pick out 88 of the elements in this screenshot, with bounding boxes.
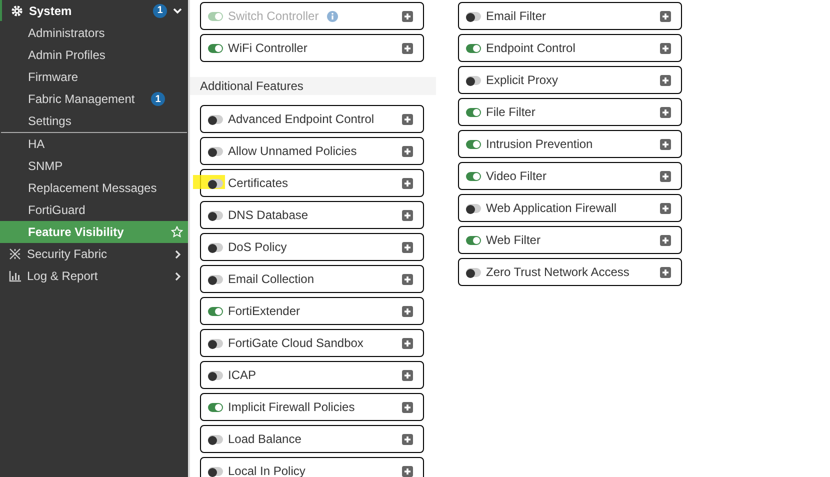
toggle-switch[interactable]: [466, 204, 481, 212]
plus-icon[interactable]: [402, 338, 413, 348]
settings-icon: [11, 4, 23, 16]
star-icon[interactable]: [171, 226, 183, 238]
feature-label: Web Application Firewall: [486, 200, 617, 217]
feature-label: Email Filter: [486, 8, 546, 25]
toggle-switch[interactable]: [208, 114, 223, 124]
plus-icon[interactable]: [660, 170, 671, 182]
feature-label: FortiExtender: [228, 303, 300, 320]
plus-icon[interactable]: [402, 42, 413, 54]
toggle-switch[interactable]: [466, 44, 481, 52]
nav-item[interactable]: Replacement Messages: [0, 177, 188, 199]
plus-icon[interactable]: [402, 10, 413, 22]
feature-label: Web Filter: [486, 232, 540, 249]
feature-label: Endpoint Control: [486, 40, 576, 57]
feature-label: Implicit Firewall Policies: [228, 399, 355, 416]
plus-icon[interactable]: [402, 306, 413, 316]
feature-label: Zero Trust Network Access: [486, 264, 630, 281]
toggle-switch[interactable]: [466, 268, 481, 276]
nav-item[interactable]: SNMP: [0, 155, 188, 177]
feature-label: Advanced Endpoint Control: [228, 111, 374, 128]
feature-label: DNS Database: [228, 207, 308, 224]
toggle-switch[interactable]: [208, 338, 223, 348]
nav-item[interactable]: Firmware: [0, 66, 188, 88]
plus-icon[interactable]: [660, 234, 671, 246]
toggle-switch[interactable]: [466, 108, 481, 116]
toggle-switch[interactable]: [466, 76, 481, 84]
plus-icon[interactable]: [660, 42, 671, 54]
feature-label: Load Balance: [228, 431, 302, 448]
toggle-switch[interactable]: [208, 434, 223, 444]
nav-section[interactable]: Log & Report: [0, 265, 188, 287]
toggle-switch[interactable]: [208, 274, 223, 284]
toggle-switch[interactable]: [208, 44, 223, 52]
plus-icon[interactable]: [660, 10, 671, 22]
plus-icon[interactable]: [402, 242, 413, 252]
feature-label: Explicit Proxy: [486, 72, 558, 89]
bar-chart-icon: [9, 270, 21, 282]
nav-section[interactable]: Security Fabric: [0, 243, 188, 265]
toggle-switch[interactable]: [466, 236, 481, 244]
plus-icon[interactable]: [402, 274, 413, 284]
nav-item[interactable]: Settings: [0, 110, 188, 132]
toggle-switch[interactable]: [466, 12, 481, 20]
count-badge: 1: [153, 4, 167, 18]
plus-icon[interactable]: [660, 202, 671, 214]
crossed-lines-icon: [9, 248, 21, 260]
section-header: Additional Features: [190, 77, 436, 95]
nav-item[interactable]: Administrators: [0, 22, 188, 44]
feature-label: DoS Policy: [228, 239, 287, 256]
feature-label: Allow Unnamed Policies: [228, 143, 357, 160]
plus-icon[interactable]: [402, 370, 413, 380]
toggle-switch[interactable]: [208, 146, 223, 156]
plus-icon[interactable]: [660, 74, 671, 86]
chevron-right-icon[interactable]: [174, 250, 182, 258]
feature-label: Certificates: [228, 175, 288, 192]
feature-label: Video Filter: [486, 168, 546, 185]
chevron-down-icon[interactable]: [173, 6, 182, 15]
toggle-switch[interactable]: [208, 402, 223, 412]
toggle-switch[interactable]: [208, 242, 223, 252]
toggle-switch[interactable]: [208, 370, 223, 380]
chevron-right-icon[interactable]: [174, 272, 182, 280]
feature-label: ICAP: [228, 367, 256, 384]
nav-item[interactable]: Fabric Management 1: [0, 88, 188, 110]
plus-icon[interactable]: [402, 178, 413, 188]
plus-icon[interactable]: [402, 114, 413, 124]
nav-item[interactable]: HA: [0, 133, 188, 155]
plus-icon[interactable]: [660, 106, 671, 118]
feature-label: FortiGate Cloud Sandbox: [228, 335, 364, 352]
toggle-switch[interactable]: [208, 466, 223, 476]
toggle-switch[interactable]: [466, 140, 481, 148]
plus-icon[interactable]: [660, 266, 671, 278]
count-badge: 1: [151, 92, 165, 106]
nav-section-label: System: [29, 2, 72, 20]
plus-icon[interactable]: [402, 210, 413, 220]
feature-label: Email Collection: [228, 271, 314, 288]
toggle-switch[interactable]: [208, 210, 223, 220]
plus-icon[interactable]: [660, 138, 671, 150]
plus-icon[interactable]: [402, 146, 413, 156]
feature-label: Switch Controller: [228, 8, 319, 25]
plus-icon[interactable]: [402, 402, 413, 412]
plus-icon[interactable]: [402, 434, 413, 444]
nav-item[interactable]: Admin Profiles: [0, 44, 188, 66]
toggle-switch[interactable]: [208, 306, 223, 316]
feature-label: Intrusion Prevention: [486, 136, 593, 153]
feature-label: WiFi Controller: [228, 40, 308, 57]
feature-label: File Filter: [486, 104, 536, 121]
plus-icon[interactable]: [402, 466, 413, 476]
toggle-switch[interactable]: [466, 172, 481, 180]
nav-item[interactable]: FortiGuard: [0, 199, 188, 221]
